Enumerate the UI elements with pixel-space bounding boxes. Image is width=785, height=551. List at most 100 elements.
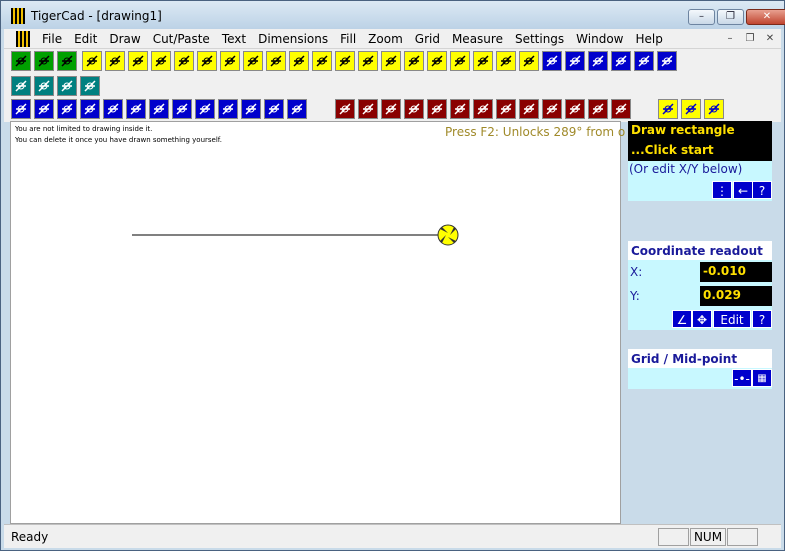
status-title: Draw rectangle — [628, 121, 772, 141]
menu-draw[interactable]: Draw — [103, 32, 146, 46]
double-line-icon[interactable] — [289, 51, 309, 71]
menu-zoom[interactable]: Zoom — [362, 32, 409, 46]
parallel-line-icon[interactable] — [335, 51, 355, 71]
menu-window[interactable]: Window — [570, 32, 629, 46]
grid-dots-icon[interactable] — [57, 76, 77, 96]
line-icon[interactable] — [82, 51, 102, 71]
snap-target-icon[interactable]: ✥ — [692, 310, 712, 328]
menu-help[interactable]: Help — [630, 32, 669, 46]
menu-text[interactable]: Text — [216, 32, 252, 46]
fillet-icon[interactable] — [218, 99, 238, 119]
grid-icon[interactable]: ▦ — [752, 369, 772, 387]
shape-icon[interactable] — [427, 99, 447, 119]
circle-center-icon[interactable] — [220, 51, 240, 71]
triple-line-icon[interactable] — [312, 51, 332, 71]
angle-icon[interactable]: ∠ — [672, 310, 692, 328]
spline-icon[interactable] — [473, 51, 493, 71]
y-label: Y: — [630, 289, 640, 303]
text-ab2-icon[interactable] — [519, 99, 539, 119]
offset-icon[interactable] — [195, 99, 215, 119]
move-horizontal-icon[interactable] — [542, 51, 562, 71]
x-value[interactable]: -0.010 — [700, 262, 772, 282]
menu-grid[interactable]: Grid — [409, 32, 446, 46]
chamfer-icon[interactable] — [241, 99, 261, 119]
layer-green-icon[interactable] — [11, 51, 31, 71]
select3-icon[interactable] — [704, 99, 724, 119]
symbol-icon[interactable] — [450, 99, 470, 119]
select2-icon[interactable] — [681, 99, 701, 119]
tangent-icon[interactable] — [358, 51, 378, 71]
dots-icon[interactable] — [404, 99, 424, 119]
help-button-status[interactable]: ? — [752, 181, 772, 199]
coordinate-title: Coordinate readout — [628, 241, 772, 260]
curve-edit2-icon[interactable] — [34, 99, 54, 119]
house-icon[interactable] — [335, 99, 355, 119]
menu-items: File Edit Draw Cut/Paste Text Dimensions Fill Z… — [36, 32, 669, 46]
circle3-icon[interactable] — [266, 51, 286, 71]
menu-settings[interactable]: Settings — [509, 32, 570, 46]
mirror-icon[interactable] — [264, 99, 284, 119]
fit-icon[interactable] — [634, 51, 654, 71]
maximize-button[interactable]: ❐ — [717, 9, 744, 25]
zoom-in-icon[interactable] — [57, 51, 77, 71]
doc-close-button[interactable]: ✕ — [762, 31, 778, 47]
menu-file[interactable]: File — [36, 32, 68, 46]
text-symbol-icon[interactable] — [473, 99, 493, 119]
status-subtitle: ...Click start — [628, 141, 772, 161]
move-diagonal-icon[interactable] — [588, 51, 608, 71]
minimize-button[interactable]: – — [688, 9, 715, 25]
break-icon[interactable] — [103, 99, 123, 119]
document-menu-icon[interactable] — [16, 31, 30, 47]
rotate-icon[interactable] — [657, 51, 677, 71]
help-button-coordinate[interactable]: ? — [752, 310, 772, 328]
curve-edit-icon[interactable] — [11, 99, 31, 119]
edit-button[interactable]: Edit — [713, 310, 751, 328]
delete-object-icon[interactable] — [57, 99, 77, 119]
text-a-icon[interactable] — [588, 99, 608, 119]
mid-point-icon[interactable]: -•- — [732, 369, 752, 387]
back-arrow-icon[interactable]: ← — [733, 181, 753, 199]
menu-edit[interactable]: Edit — [68, 32, 103, 46]
trim-icon[interactable] — [126, 99, 146, 119]
escape-icon[interactable] — [611, 99, 631, 119]
window-title: TigerCad - [drawing1] — [31, 9, 162, 23]
array-icon[interactable] — [172, 99, 192, 119]
snap-grid-icon[interactable] — [34, 76, 54, 96]
arc3-icon[interactable] — [197, 51, 217, 71]
menu-measure[interactable]: Measure — [446, 32, 509, 46]
drawing-canvas[interactable]: You are not limited to drawing inside it… — [10, 121, 625, 524]
snap-12-icon[interactable] — [11, 76, 31, 96]
arc2-icon[interactable] — [174, 51, 194, 71]
select-icon[interactable] — [658, 99, 678, 119]
menu-fill[interactable]: Fill — [334, 32, 362, 46]
doc-minimize-button[interactable]: – — [722, 31, 738, 47]
zoom-out-icon[interactable] — [34, 51, 54, 71]
dot-icon[interactable] — [381, 99, 401, 119]
point-edit-icon[interactable] — [80, 99, 100, 119]
polyline-icon[interactable] — [105, 51, 125, 71]
close-button[interactable]: ✕ — [746, 9, 785, 25]
circle-icon[interactable] — [243, 51, 263, 71]
polygon-icon[interactable] — [496, 51, 516, 71]
scale-icon[interactable] — [611, 51, 631, 71]
text-x-icon[interactable] — [565, 99, 585, 119]
dotted-column-icon[interactable]: ⋮ — [712, 181, 732, 199]
menu-dimensions[interactable]: Dimensions — [252, 32, 334, 46]
ellipse-icon[interactable] — [450, 51, 470, 71]
arc-icon[interactable] — [151, 51, 171, 71]
curve2-icon[interactable] — [404, 51, 424, 71]
menu-cutpaste[interactable]: Cut/Paste — [147, 32, 216, 46]
no-snap-icon[interactable] — [80, 76, 100, 96]
text-ab3-icon[interactable] — [542, 99, 562, 119]
fill-icon[interactable] — [287, 99, 307, 119]
extend-icon[interactable] — [149, 99, 169, 119]
curve-icon[interactable] — [381, 51, 401, 71]
move-vertical-icon[interactable] — [565, 51, 585, 71]
curve3-icon[interactable] — [427, 51, 447, 71]
text-ab-icon[interactable] — [496, 99, 516, 119]
house2-icon[interactable] — [358, 99, 378, 119]
y-value[interactable]: 0.029 — [700, 286, 772, 306]
doc-restore-button[interactable]: ❐ — [742, 31, 758, 47]
rectangle-icon[interactable] — [128, 51, 148, 71]
hatch-icon[interactable] — [519, 51, 539, 71]
